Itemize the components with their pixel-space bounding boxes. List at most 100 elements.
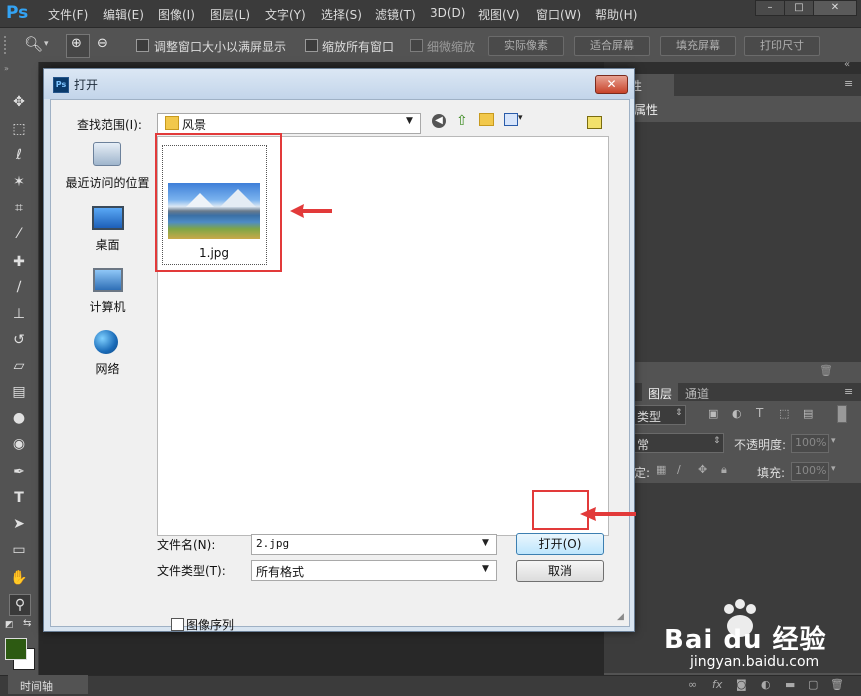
toolbox: » ✥ ⬚ ℓ ✶ ⌗ ⁄ ✚ ∕ ⊥ ↺ ▱ ▤ ● ◉ ✒ T ➤ ▭ ✋ … bbox=[0, 62, 39, 675]
scrubby-zoom-checkbox[interactable] bbox=[410, 39, 423, 52]
menu-select[interactable]: 选择(S) bbox=[321, 6, 362, 23]
swap-colors-icon[interactable]: ⇆ bbox=[23, 618, 31, 629]
menu-layer[interactable]: 图层(L) bbox=[210, 6, 250, 23]
history-brush-tool-icon[interactable]: ↺ bbox=[9, 330, 29, 350]
gradient-tool-icon[interactable]: ▤ bbox=[9, 382, 29, 402]
menu-filter[interactable]: 滤镜(T) bbox=[375, 6, 416, 23]
view-menu-dropdown-icon[interactable]: ▾ bbox=[518, 113, 523, 123]
marquee-tool-icon[interactable]: ⬚ bbox=[9, 119, 29, 139]
place-recent[interactable]: 最近访问的位置 bbox=[63, 142, 152, 194]
lock-position-icon[interactable]: ✥ bbox=[698, 463, 707, 476]
places-bookmark-icon[interactable] bbox=[587, 116, 602, 129]
fill-input[interactable]: 100% bbox=[791, 462, 829, 481]
filter-toggle-switch[interactable] bbox=[837, 405, 847, 423]
rectangle-tool-icon[interactable]: ▭ bbox=[9, 540, 29, 560]
new-group-icon[interactable]: ▬ bbox=[785, 678, 795, 691]
opacity-dropdown-icon[interactable]: ▾ bbox=[831, 436, 836, 446]
hand-tool-icon[interactable]: ✋ bbox=[9, 568, 29, 588]
minimize-button[interactable]: – bbox=[755, 0, 785, 16]
up-folder-icon[interactable]: ⇧ bbox=[456, 113, 468, 129]
filter-type-icon[interactable]: T bbox=[756, 406, 763, 420]
trash-icon[interactable]: 🗑︎ bbox=[819, 364, 833, 377]
timeline-tab-label: 时间轴 bbox=[20, 680, 53, 693]
fit-screen-button[interactable]: 适合屏幕 bbox=[574, 36, 650, 56]
crop-tool-icon[interactable]: ⌗ bbox=[9, 198, 29, 218]
eraser-tool-icon[interactable]: ▱ bbox=[9, 356, 29, 376]
zoom-all-checkbox[interactable] bbox=[305, 39, 318, 52]
magic-wand-tool-icon[interactable]: ✶ bbox=[9, 172, 29, 192]
filetype-select[interactable]: 所有格式 ▼ bbox=[251, 560, 497, 581]
channels-tab-label[interactable]: 通道 bbox=[685, 385, 709, 402]
lasso-tool-icon[interactable]: ℓ bbox=[9, 145, 29, 165]
pen-tool-icon[interactable]: ✒ bbox=[9, 462, 29, 482]
filter-smart-object-icon[interactable]: ▤ bbox=[803, 407, 813, 420]
tool-preset-dropdown-icon[interactable]: ▾ bbox=[44, 39, 49, 49]
image-sequence-checkbox[interactable] bbox=[171, 618, 184, 631]
timeline-tab[interactable]: 时间轴 bbox=[8, 675, 88, 694]
new-layer-icon[interactable]: ▢ bbox=[808, 678, 818, 691]
back-icon[interactable]: ◀ bbox=[432, 114, 446, 128]
menu-image[interactable]: 图像(I) bbox=[158, 6, 195, 23]
lock-all-icon[interactable]: 🔒︎ bbox=[721, 463, 727, 477]
dodge-tool-icon[interactable]: ◉ bbox=[9, 434, 29, 454]
resize-grip-icon[interactable]: ◢ bbox=[617, 612, 624, 622]
brush-tool-icon[interactable]: ∕ bbox=[9, 277, 29, 297]
dialog-close-button[interactable]: ✕ bbox=[595, 75, 628, 94]
close-window-button[interactable]: ✕ bbox=[813, 0, 857, 16]
layer-style-icon[interactable]: fx bbox=[712, 678, 722, 691]
place-desktop[interactable]: 桌面 bbox=[63, 206, 152, 256]
layer-filter-kind-select[interactable]: 类型 ⇕ bbox=[634, 405, 686, 425]
opacity-input[interactable]: 100% bbox=[791, 434, 829, 453]
resize-windows-checkbox[interactable] bbox=[136, 39, 149, 52]
panel-collapse-icon[interactable]: « bbox=[844, 59, 850, 70]
path-selection-tool-icon[interactable]: ➤ bbox=[9, 514, 29, 534]
foreground-color-swatch[interactable] bbox=[5, 638, 27, 660]
layers-menu-icon[interactable]: ≡ bbox=[844, 385, 853, 398]
zoom-out-icon[interactable]: ⊖ bbox=[97, 36, 108, 51]
place-network[interactable]: 网络 bbox=[63, 330, 152, 380]
menu-file[interactable]: 文件(F) bbox=[48, 6, 88, 23]
cancel-button[interactable]: 取消 bbox=[516, 560, 604, 582]
blur-tool-icon[interactable]: ● bbox=[9, 408, 29, 428]
actual-pixels-button[interactable]: 实际像素 bbox=[488, 36, 564, 56]
filter-pixel-icon[interactable]: ▣ bbox=[708, 407, 718, 420]
properties-panel: « 性 ≡ 属性 🗑︎ bbox=[604, 59, 861, 382]
menu-view[interactable]: 视图(V) bbox=[478, 6, 520, 23]
zoom-tool-icon[interactable]: 🔍︎ bbox=[24, 35, 43, 53]
lock-transparent-icon[interactable]: ▦ bbox=[656, 463, 666, 476]
place-computer[interactable]: 计算机 bbox=[63, 268, 152, 318]
filter-adjustment-icon[interactable]: ◐ bbox=[732, 407, 742, 420]
panel-menu-icon[interactable]: ≡ bbox=[844, 77, 853, 90]
zoom-tool-icon-selected[interactable]: ⚲ bbox=[9, 594, 31, 616]
fill-screen-button[interactable]: 填充屏幕 bbox=[660, 36, 736, 56]
maximize-button[interactable]: □ bbox=[784, 0, 814, 16]
link-layers-icon[interactable]: ∞ bbox=[688, 678, 697, 691]
properties-title-bar: 属性 bbox=[604, 96, 861, 122]
menu-help[interactable]: 帮助(H) bbox=[595, 6, 637, 23]
menu-type[interactable]: 文字(Y) bbox=[265, 6, 306, 23]
blend-mode-select[interactable]: 常 ⇕ bbox=[634, 433, 724, 453]
move-tool-icon[interactable]: ✥ bbox=[9, 92, 29, 112]
delete-layer-icon[interactable]: 🗑︎ bbox=[830, 678, 844, 691]
view-menu-icon[interactable] bbox=[504, 113, 518, 126]
eyedropper-tool-icon[interactable]: ⁄ bbox=[9, 224, 29, 244]
layer-mask-icon[interactable]: ◙ bbox=[736, 678, 747, 691]
adjustment-layer-icon[interactable]: ◐ bbox=[761, 678, 771, 691]
lock-pixels-icon[interactable]: ∕ bbox=[677, 463, 681, 476]
print-size-button[interactable]: 打印尺寸 bbox=[744, 36, 820, 56]
type-tool-icon[interactable]: T bbox=[9, 488, 29, 508]
clone-stamp-tool-icon[interactable]: ⊥ bbox=[9, 304, 29, 324]
open-button[interactable]: 打开(O) bbox=[516, 533, 604, 555]
fill-dropdown-icon[interactable]: ▾ bbox=[831, 464, 836, 474]
look-in-combo[interactable]: 风景 ▼ bbox=[157, 113, 421, 134]
healing-brush-tool-icon[interactable]: ✚ bbox=[9, 252, 29, 272]
new-folder-icon[interactable] bbox=[479, 113, 494, 126]
menu-window[interactable]: 窗口(W) bbox=[536, 6, 581, 23]
default-colors-icon[interactable]: ◩ bbox=[5, 620, 14, 630]
filename-input[interactable]: 2.jpg ▼ bbox=[251, 534, 497, 555]
toolbox-collapse-icon[interactable]: » bbox=[4, 64, 9, 73]
menu-3d[interactable]: 3D(D) bbox=[430, 6, 465, 20]
menu-edit[interactable]: 编辑(E) bbox=[103, 6, 144, 23]
filter-shape-icon[interactable]: ⬚ bbox=[779, 407, 789, 420]
layers-tab[interactable]: 图层 bbox=[642, 383, 678, 401]
